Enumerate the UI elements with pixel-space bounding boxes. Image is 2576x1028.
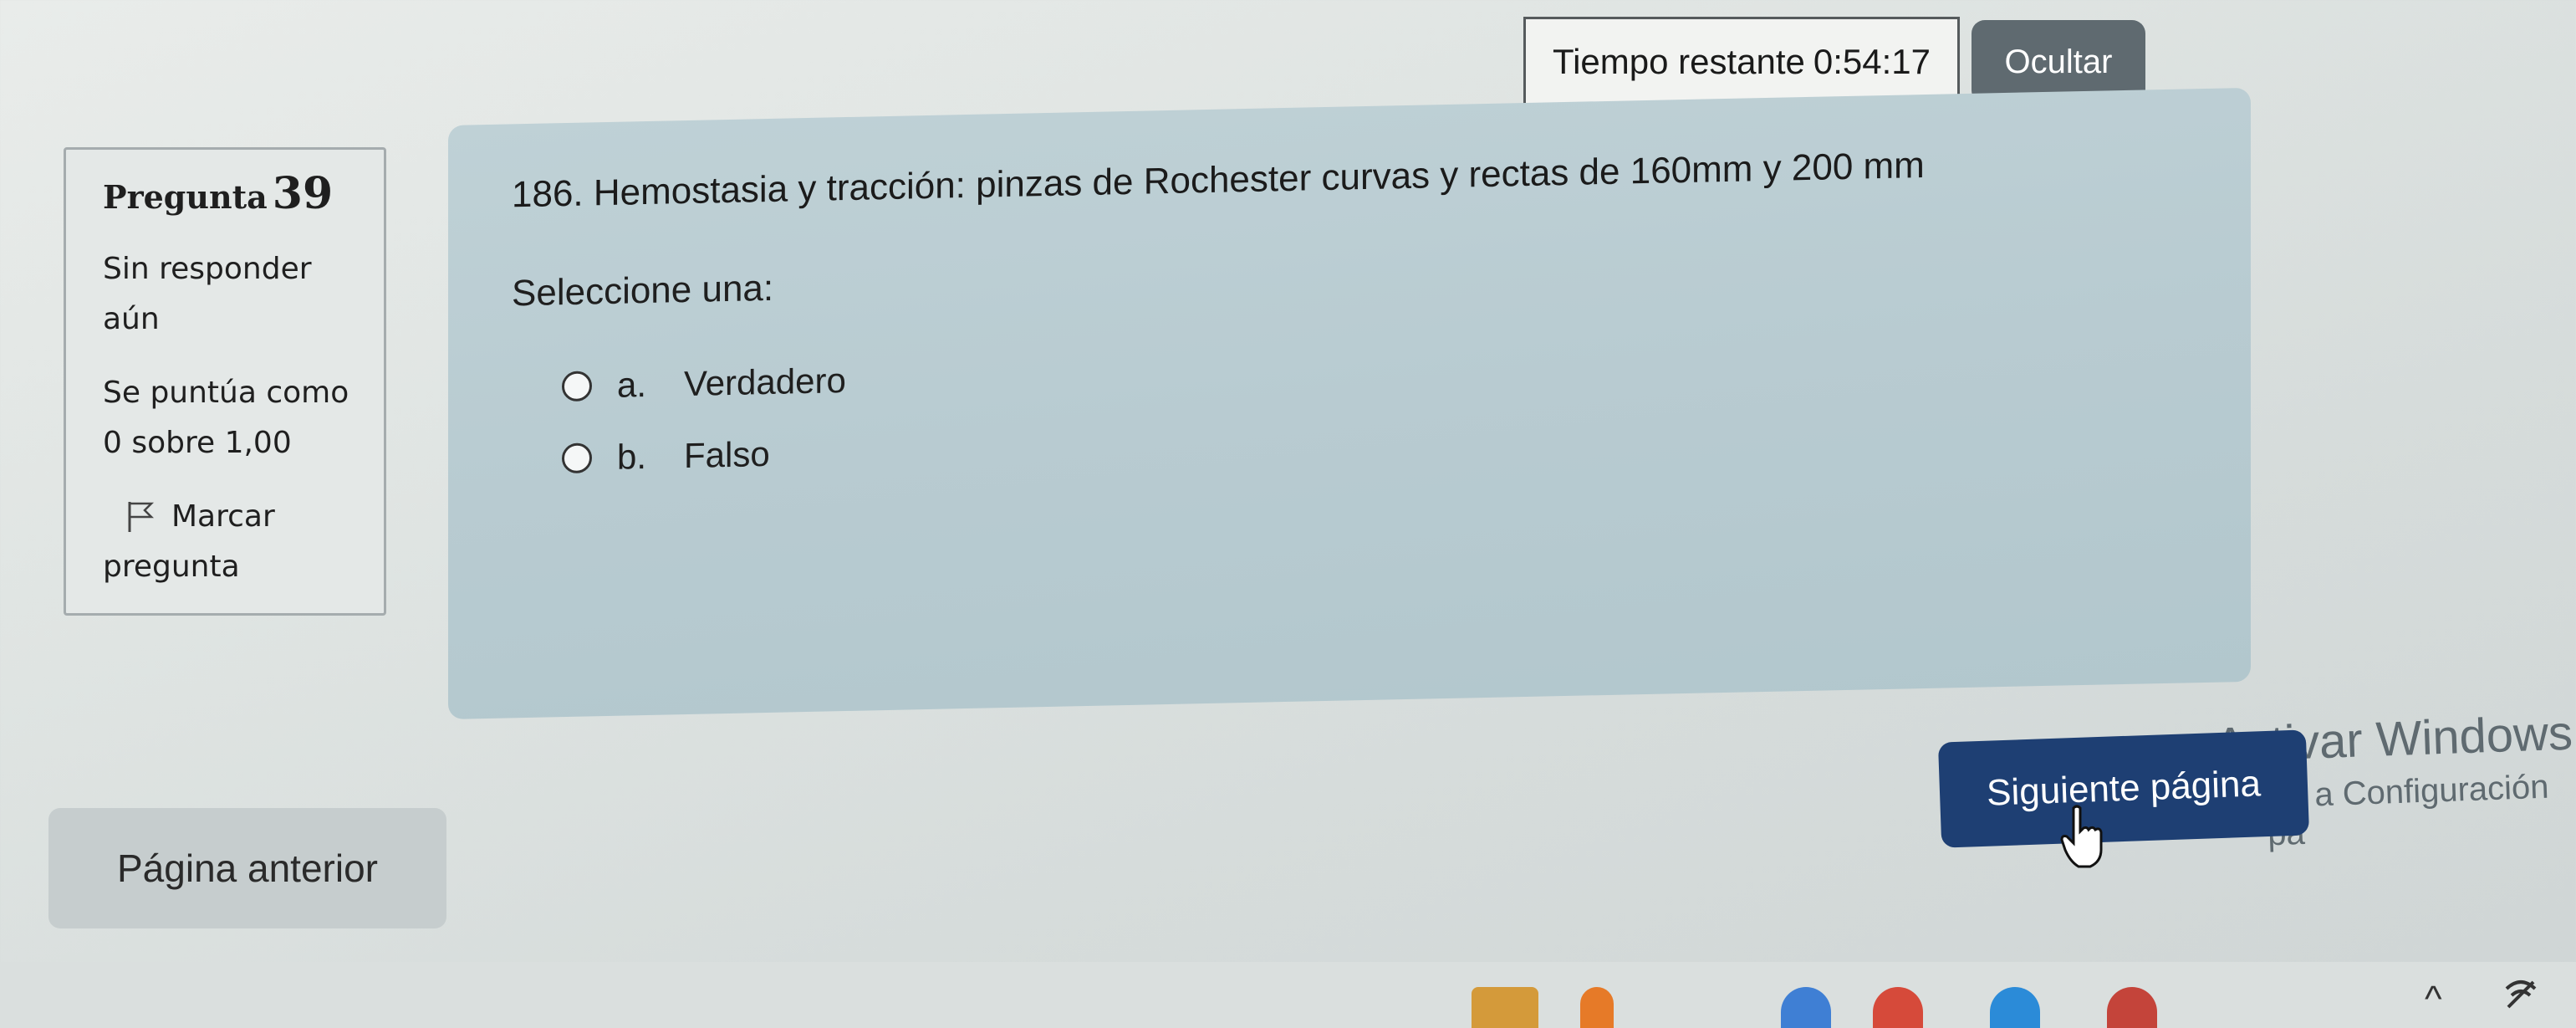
- flag-label-line2[interactable]: pregunta: [103, 542, 367, 592]
- time-remaining-label: Tiempo restante: [1552, 42, 1805, 81]
- flag-label-line1[interactable]: Marcar: [171, 492, 275, 542]
- question-status-line2: aún: [103, 302, 160, 336]
- flag-icon: [128, 502, 155, 532]
- option-label-a[interactable]: Verdadero: [684, 361, 846, 404]
- flag-question-link[interactable]: Marcar: [126, 492, 367, 542]
- taskbar-app-icon[interactable]: [1580, 987, 1614, 1028]
- watermark-line2: Ve a Configuración pa: [2266, 768, 2550, 853]
- radio-button-b[interactable]: [562, 442, 592, 474]
- radio-button-a[interactable]: [562, 371, 592, 402]
- taskbar: [0, 962, 2576, 1028]
- file-explorer-icon[interactable]: [1472, 987, 1538, 1028]
- next-page-button[interactable]: Siguiente página: [1937, 729, 2310, 848]
- question-content-panel: 186. Hemostasia y tracción: pinzas de Ro…: [448, 87, 2251, 719]
- question-number-heading: Pregunta 39: [103, 168, 367, 219]
- question-score-line1: Se puntúa como: [103, 376, 349, 410]
- time-remaining-box: Tiempo restante 0:54:17: [1523, 17, 1960, 107]
- time-remaining-value: 0:54:17: [1813, 42, 1931, 81]
- question-label: Pregunta: [103, 178, 268, 216]
- question-score-line2: 0 sobre 1,00: [103, 426, 292, 460]
- question-number: 39: [272, 168, 334, 219]
- network-icon[interactable]: [2500, 972, 2542, 1014]
- question-status-line1: Sin responder: [103, 252, 312, 286]
- option-letter-b: b.: [617, 437, 647, 477]
- option-label-b[interactable]: Falso: [684, 434, 770, 476]
- question-text: 186. Hemostasia y tracción: pinzas de Ro…: [512, 145, 1925, 216]
- question-info-panel: Pregunta 39 Sin responder aún Se puntúa c…: [64, 147, 386, 616]
- chevron-up-icon[interactable]: ^: [2425, 979, 2442, 1020]
- hand-cursor-icon: [2060, 805, 2103, 868]
- answer-prompt: Seleccione una:: [512, 267, 774, 315]
- option-letter-a: a.: [617, 365, 647, 405]
- previous-page-button[interactable]: Página anterior: [48, 808, 446, 928]
